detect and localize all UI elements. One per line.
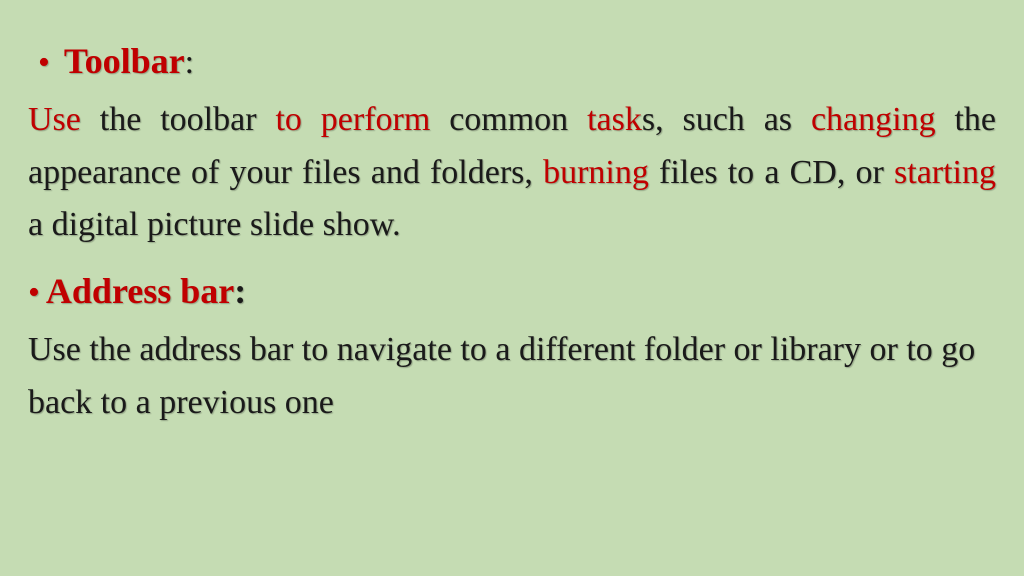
addressbar-heading-text: Address bar (46, 271, 234, 311)
text-segment: a digital picture slide show. (28, 206, 401, 243)
text-segment: common (430, 101, 587, 138)
text-to-perform: to perform (275, 101, 430, 138)
text-burning: burning (543, 154, 649, 191)
toolbar-heading-colon: : (185, 44, 194, 81)
toolbar-description: Use the toolbar to perform common tasks,… (28, 94, 996, 252)
toolbar-heading: Toolbar: (64, 40, 194, 82)
toolbar-heading-text: Toolbar (64, 41, 185, 81)
addressbar-heading-row: • Address bar: (28, 270, 996, 312)
text-use: Use (28, 101, 81, 138)
text-starting: starting (894, 154, 996, 191)
text-segment: s, such as (642, 101, 811, 138)
addressbar-heading-colon: : (234, 271, 246, 311)
addressbar-bullet-item: • Address bar: (28, 270, 996, 312)
addressbar-description: Use the address bar to navigate to a dif… (28, 324, 996, 429)
bullet-icon: • (28, 276, 40, 310)
text-changing: changing (811, 101, 936, 138)
bullet-icon: • (38, 46, 50, 80)
toolbar-bullet-item: • Toolbar: (28, 40, 996, 82)
toolbar-heading-row: • Toolbar: (28, 40, 996, 82)
text-segment: files to a CD, or (649, 154, 894, 191)
addressbar-heading: Address bar: (46, 270, 246, 312)
text-segment: the toolbar (81, 101, 276, 138)
text-task: task (587, 101, 642, 138)
